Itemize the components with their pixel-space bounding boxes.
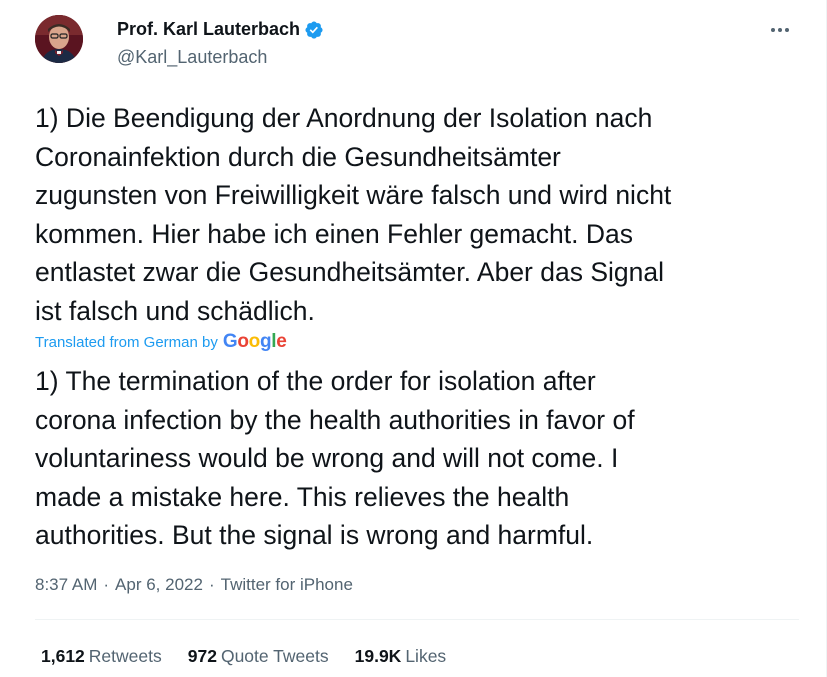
tweet-text: 1) Die Beendigung der Anordnung der Isol… bbox=[35, 103, 672, 326]
retweets-count: 1,612 bbox=[41, 646, 85, 666]
avatar-photo bbox=[35, 15, 83, 63]
retweets-label: Retweets bbox=[88, 646, 162, 666]
avatar[interactable] bbox=[35, 15, 83, 63]
author-display-name[interactable]: Prof. Karl Lauterbach bbox=[117, 19, 300, 40]
quote-tweets-count: 972 bbox=[187, 646, 217, 666]
quote-tweets-label: Quote Tweets bbox=[220, 646, 329, 666]
likes-stat[interactable]: 19.9K Likes bbox=[355, 646, 447, 667]
more-dot bbox=[785, 28, 789, 32]
engagement-stats: 1,612 Retweets 972 Quote Tweets 19.9K Likes bbox=[41, 646, 472, 667]
author-handle[interactable]: @Karl_Lauterbach bbox=[117, 47, 267, 68]
tweet-source[interactable]: Twitter for iPhone bbox=[221, 575, 353, 595]
translated-label: Translated from German by bbox=[35, 333, 218, 351]
retweets-stat[interactable]: 1,612 Retweets bbox=[41, 646, 162, 667]
translated-tweet-text: 1) The termination of the order for isol… bbox=[35, 366, 635, 550]
tweet-time[interactable]: 8:37 AM bbox=[35, 575, 97, 595]
meta-separator: · bbox=[103, 575, 110, 594]
more-dot bbox=[771, 28, 775, 32]
likes-label: Likes bbox=[405, 646, 447, 666]
quote-tweets-stat[interactable]: 972 Quote Tweets bbox=[188, 646, 329, 667]
likes-count: 19.9K bbox=[354, 646, 402, 666]
author-name-row: Prof. Karl Lauterbach bbox=[117, 19, 324, 40]
translation-attribution[interactable]: Translated from German by Google bbox=[35, 331, 287, 353]
meta-separator: · bbox=[208, 575, 215, 594]
tweet-meta: 8:37 AM · Apr 6, 2022 · Twitter for iPho… bbox=[35, 575, 353, 595]
divider bbox=[35, 619, 799, 620]
more-dot bbox=[778, 28, 782, 32]
verified-badge-icon bbox=[305, 20, 323, 39]
more-options-icon[interactable] bbox=[766, 20, 794, 40]
google-logo: Google bbox=[222, 331, 287, 352]
tweet-date[interactable]: Apr 6, 2022 bbox=[115, 575, 203, 595]
tweet-detail: Prof. Karl Lauterbach @Karl_Lauterbach 1… bbox=[0, 0, 827, 677]
